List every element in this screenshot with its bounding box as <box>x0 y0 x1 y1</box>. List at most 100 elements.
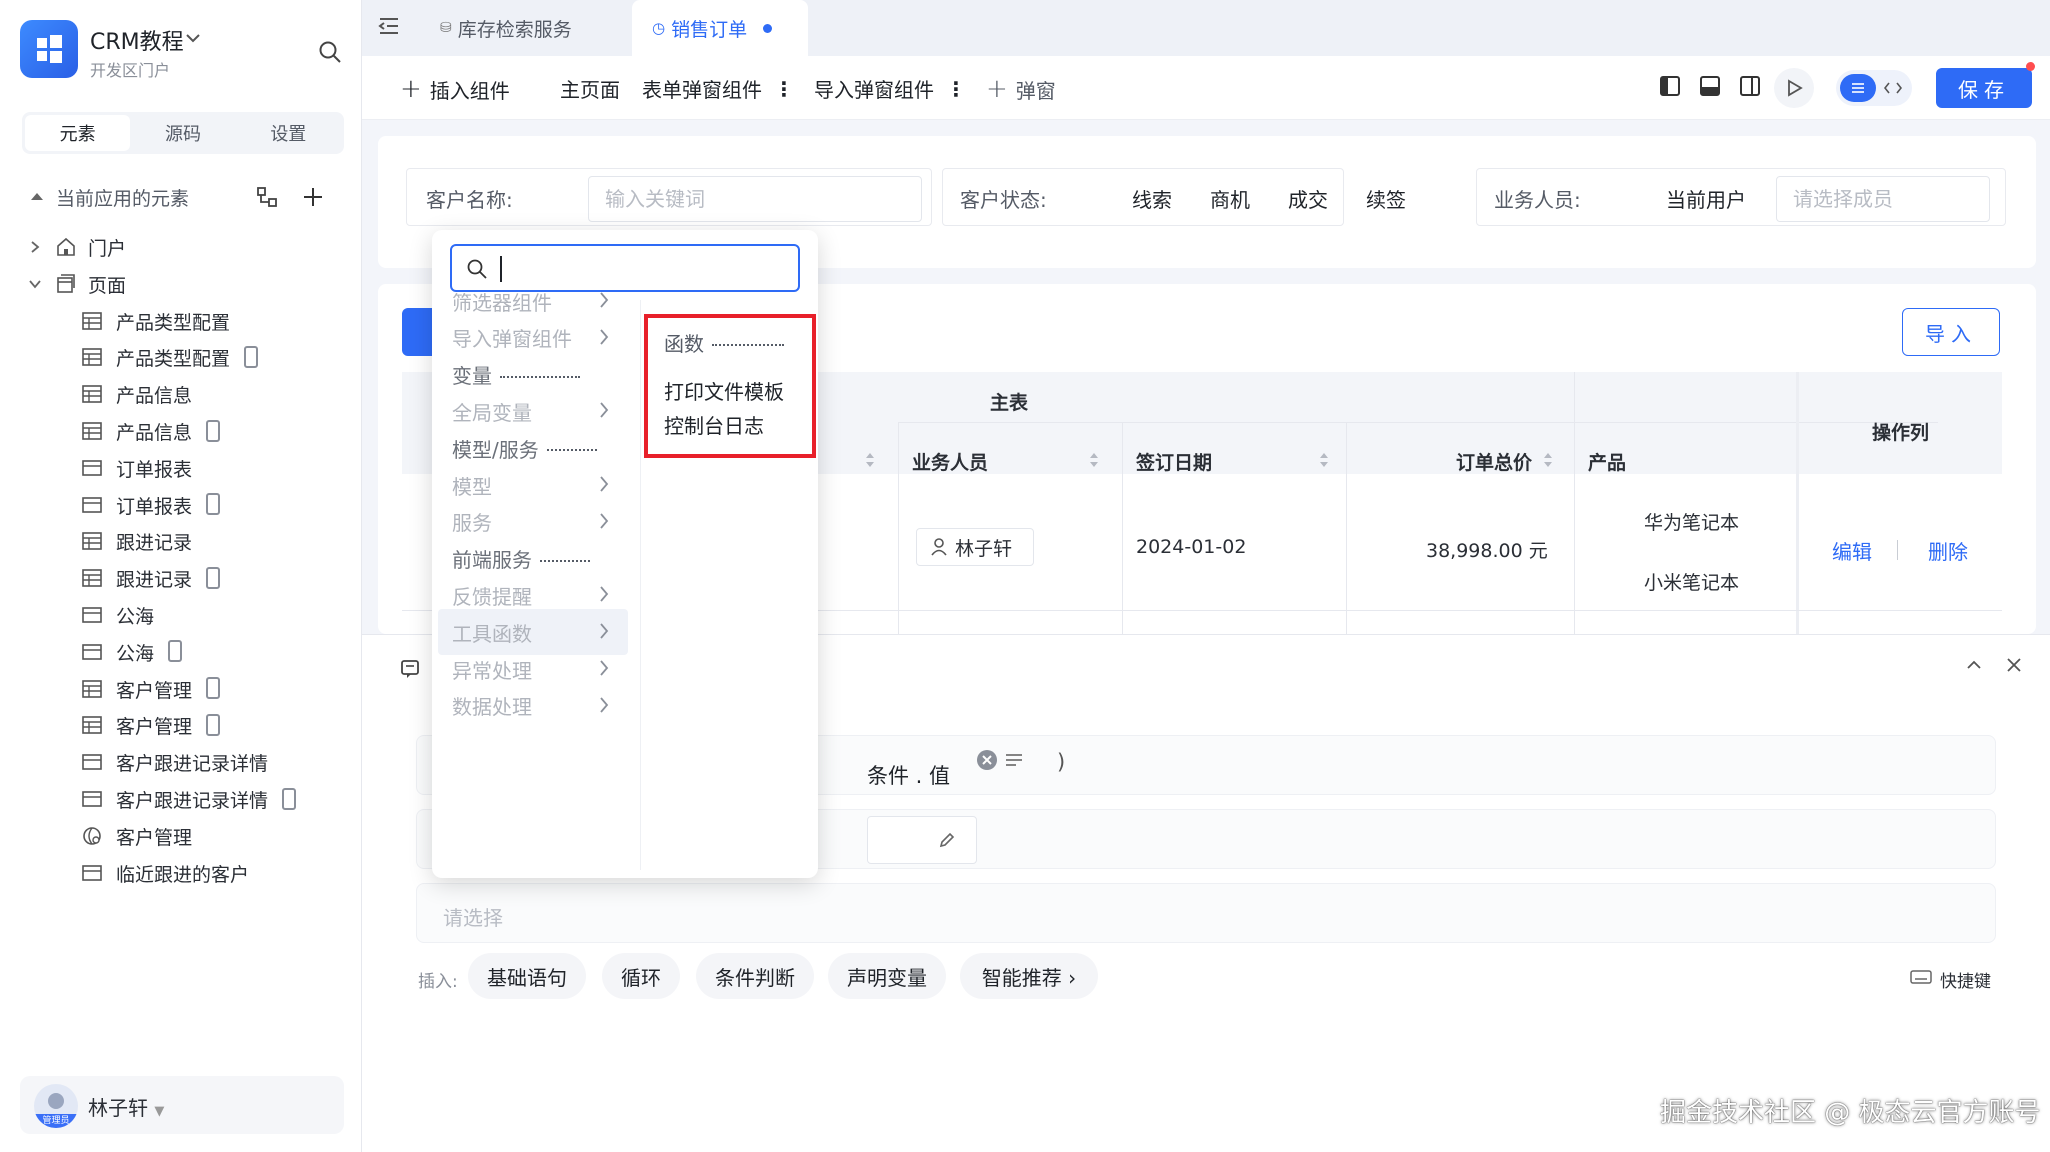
mobile-badge <box>194 566 220 589</box>
sidebar-tree-item[interactable]: 临近跟进的客户 <box>0 849 362 897</box>
sort-icon[interactable] <box>1088 450 1100 470</box>
structure-icon[interactable] <box>256 186 278 208</box>
caret-up-icon[interactable] <box>30 190 44 202</box>
tree-item-label: 客户跟进记录详情 <box>116 790 269 812</box>
member-select[interactable]: 请选择成员 <box>1776 176 1990 222</box>
clear-icon[interactable] <box>977 750 997 770</box>
section-title: 当前应用的元素 <box>56 188 190 210</box>
delete-link[interactable]: 删除 <box>1928 536 1968 565</box>
chip-smart-recommend[interactable]: 智能推荐 › <box>960 953 1098 999</box>
add-icon[interactable] <box>302 186 324 208</box>
customer-search-input[interactable]: 输入关键词 <box>588 176 922 222</box>
submenu-print-template[interactable]: 打印文件模板 <box>664 376 784 405</box>
tab-source[interactable]: 源码 <box>130 115 235 151</box>
tree-item-label: 公海 <box>116 642 155 665</box>
current-user-option[interactable]: 当前用户 <box>1666 184 1746 213</box>
chevron-right-icon <box>600 623 609 639</box>
user-bar[interactable]: 管理员 林子轩 ▼ <box>20 1076 344 1134</box>
submenu-function[interactable]: 函数 <box>664 328 784 357</box>
layout-right-icon[interactable] <box>1740 76 1760 96</box>
panel-icon <box>401 660 419 678</box>
sort-icon[interactable] <box>1542 450 1554 470</box>
layout-bottom-icon[interactable] <box>1700 76 1720 96</box>
insert-component-button[interactable]: + 插入组件 <box>400 74 510 104</box>
chip-loop[interactable]: 循环 <box>602 953 680 999</box>
insert-label: 插入组件 <box>429 78 510 103</box>
more-icon[interactable]: ⋮ <box>774 77 794 101</box>
save-button[interactable]: 保存 <box>1936 68 2032 108</box>
value-edit-box[interactable] <box>867 816 977 864</box>
popup-label: 弹窗 <box>1015 78 1056 103</box>
app-title[interactable]: CRM教程 <box>90 24 184 56</box>
close-icon[interactable] <box>2006 657 2022 673</box>
table-icon <box>82 311 102 330</box>
group-header: 主表 <box>990 392 1029 414</box>
design-mode-option[interactable] <box>1840 74 1876 102</box>
chevron-down-icon[interactable] <box>186 33 200 43</box>
keyboard-icon[interactable] <box>1910 969 1932 985</box>
user-icon <box>931 538 947 556</box>
tree-item-label: 产品信息 <box>116 422 193 444</box>
table-icon <box>82 385 102 403</box>
tree-item-label: 订单报表 <box>116 458 193 481</box>
tab-settings[interactable]: 设置 <box>236 115 341 151</box>
chevron-right-icon <box>600 329 609 345</box>
chip-declare-variable[interactable]: 声明变量 <box>828 953 946 999</box>
chevron-right-icon[interactable] <box>28 240 42 254</box>
divider <box>1346 422 1347 634</box>
chip-condition[interactable]: 条件判断 <box>696 953 814 999</box>
tree-item-label: 门户 <box>88 238 127 260</box>
user-name: 林子轩 ▼ <box>88 1096 165 1120</box>
mobile-badge <box>194 493 220 516</box>
chevron-down-icon[interactable] <box>28 277 42 291</box>
tab-elements[interactable]: 元素 <box>25 115 131 151</box>
collapse-icon[interactable] <box>1966 659 1982 671</box>
divider <box>1122 422 1123 634</box>
submenu-console-log[interactable]: 控制台日志 <box>664 410 764 439</box>
report-icon <box>82 864 102 881</box>
condition-expression[interactable]: 条件 . 值 <box>867 760 950 790</box>
chip-basic-statement[interactable]: 基础语句 <box>468 953 586 999</box>
plus-icon: + <box>986 74 1008 104</box>
preview-button[interactable] <box>1774 68 1814 108</box>
import-button[interactable]: 导入 <box>1902 308 2000 356</box>
collapse-sidebar-icon[interactable] <box>378 16 400 36</box>
tree-item-label: 客户管理 <box>116 679 193 702</box>
divider <box>640 300 641 870</box>
add-popup-button[interactable]: + 弹窗 <box>986 74 1056 104</box>
sort-icon[interactable] <box>1318 450 1330 470</box>
status-option[interactable]: 线索 <box>1132 184 1172 213</box>
layout-left-icon[interactable] <box>1660 76 1680 96</box>
tree-item-label: 客户管理 <box>116 716 193 739</box>
form-popup-button[interactable]: 表单弹窗组件 ⋮ <box>642 74 794 103</box>
import-popup-button[interactable]: 导入弹窗组件 ⋮ <box>814 74 966 103</box>
shortcut-label[interactable]: 快捷键 <box>1940 967 1991 992</box>
import-popup-label: 导入弹窗组件 <box>814 78 934 102</box>
main-page-button[interactable]: 主页面 <box>560 74 620 103</box>
status-option[interactable]: 成交 <box>1288 184 1328 213</box>
sort-icon[interactable] <box>864 450 876 470</box>
table-icon <box>82 716 102 735</box>
list-icon[interactable] <box>1005 752 1023 768</box>
chevron-right-icon <box>600 513 609 529</box>
settings-sliders-icon <box>1852 83 1864 93</box>
popup-menu-item[interactable]: 数据处理 <box>438 683 628 729</box>
edit-link[interactable]: 编辑 <box>1832 536 1872 565</box>
tab-label: 销售订单 <box>671 18 748 41</box>
status-option[interactable]: 商机 <box>1210 184 1250 213</box>
caret-down-icon[interactable]: ▼ <box>154 1104 164 1119</box>
mode-toggle[interactable] <box>1836 70 1912 106</box>
tab-sales-order[interactable]: ◷ 销售订单 <box>632 0 808 56</box>
code-icon[interactable] <box>1884 80 1902 96</box>
add-button[interactable] <box>402 308 432 356</box>
divider <box>898 422 899 634</box>
status-option[interactable]: 续签 <box>1366 184 1406 213</box>
select-row[interactable]: 请选择 <box>416 883 1996 943</box>
more-icon[interactable]: ⋮ <box>946 77 966 101</box>
search-icon[interactable] <box>318 40 342 64</box>
tree-item-label: 订单报表 <box>116 495 193 518</box>
tab-inventory-service[interactable]: ⛁ 库存检索服务 <box>430 0 590 56</box>
avatar[interactable]: 管理员 <box>34 1084 78 1128</box>
edit-icon[interactable] <box>938 831 956 849</box>
chevron-right-icon <box>600 697 609 713</box>
